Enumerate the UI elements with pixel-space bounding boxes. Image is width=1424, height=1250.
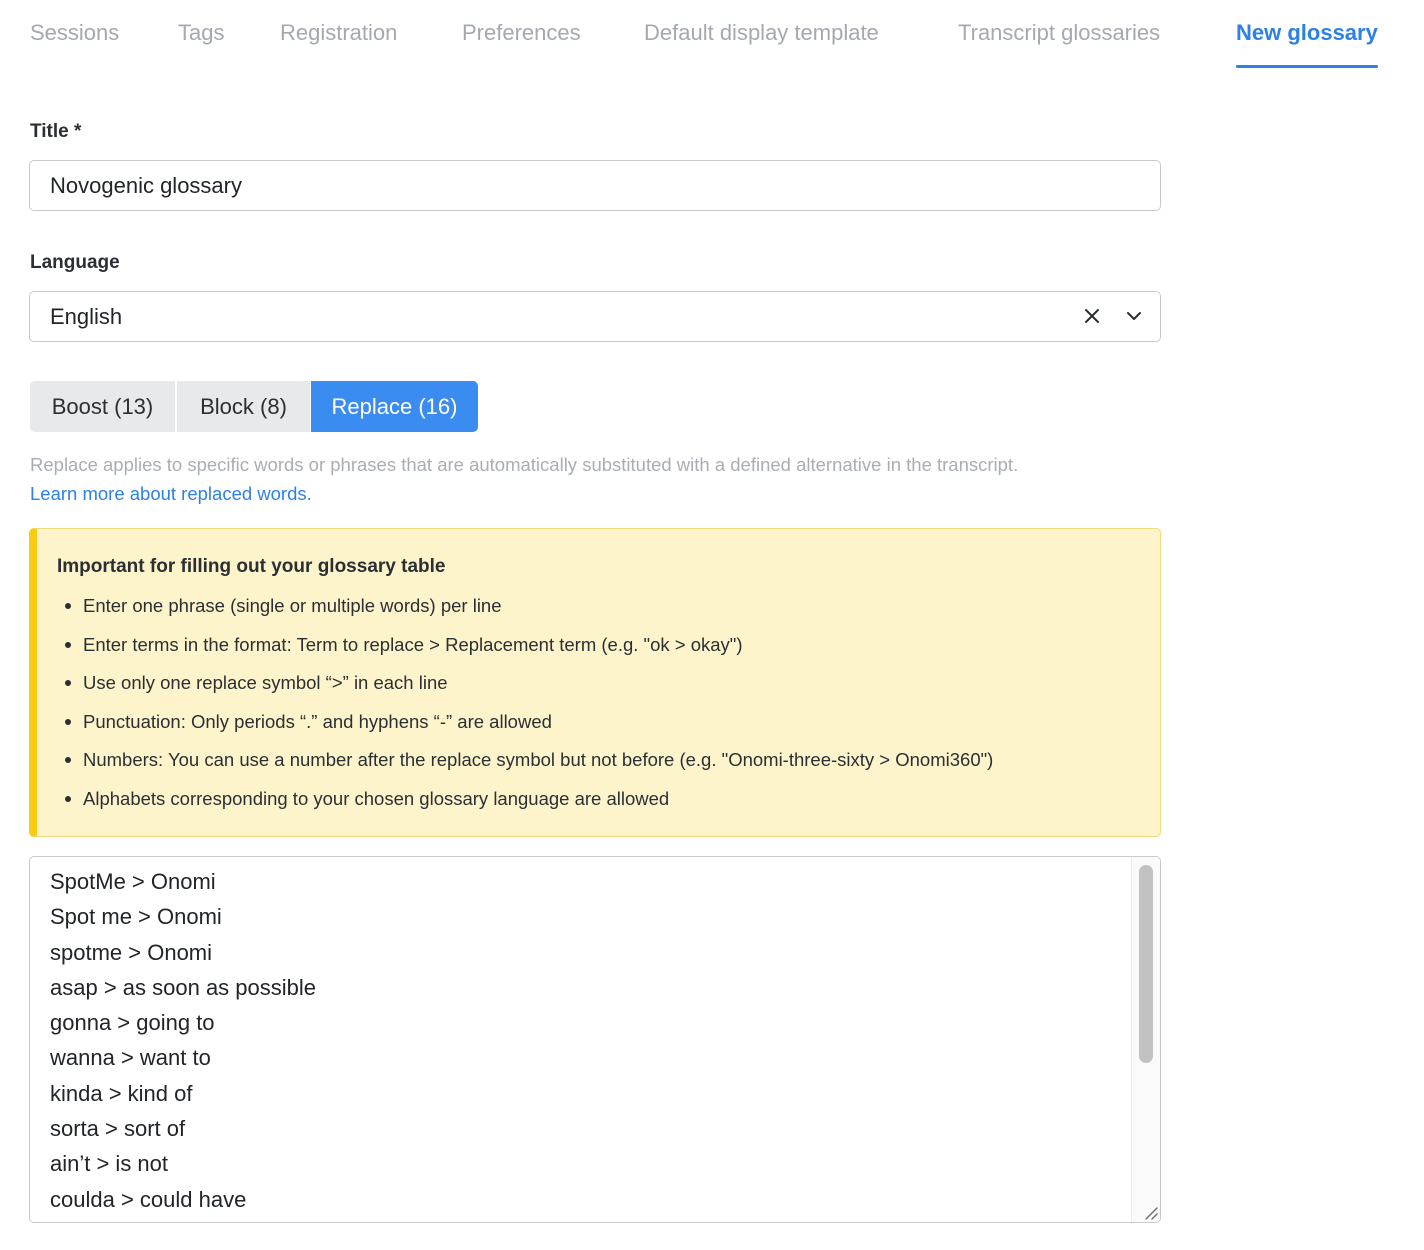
tab-registration[interactable]: Registration bbox=[280, 20, 397, 68]
notice-item: Enter terms in the format: Term to repla… bbox=[63, 632, 993, 671]
glossary-rules-notice: Important for filling out your glossary … bbox=[29, 528, 1161, 837]
settings-tabs: Sessions Tags Registration Preferences D… bbox=[0, 0, 1424, 68]
language-selected-value: English bbox=[50, 304, 123, 329]
glossary-line: asap > as soon as possible bbox=[50, 974, 317, 1000]
glossary-line: sorta > sort of bbox=[50, 1116, 186, 1142]
notice-item: Use only one replace symbol “>” in each … bbox=[63, 670, 993, 709]
learn-more-link[interactable]: Learn more about replaced words. bbox=[30, 483, 312, 505]
resize-handle-icon[interactable] bbox=[1142, 1204, 1158, 1220]
tab-default-display-template[interactable]: Default display template bbox=[644, 20, 879, 68]
clear-icon[interactable] bbox=[1080, 304, 1104, 328]
glossary-line: wanna > want to bbox=[50, 1045, 211, 1071]
tab-tags[interactable]: Tags bbox=[178, 20, 224, 68]
title-field-box bbox=[29, 160, 1161, 211]
title-label: Title * bbox=[30, 121, 82, 142]
glossary-line: gonna > going to bbox=[50, 1010, 215, 1036]
title-input[interactable] bbox=[30, 161, 1160, 210]
notice-item: Enter one phrase (single or multiple wor… bbox=[63, 593, 993, 632]
glossary-line: spotme > Onomi bbox=[50, 939, 213, 965]
glossary-textarea[interactable]: SpotMe > Onomi Spot me > Onomi spotme > … bbox=[29, 856, 1161, 1223]
notice-title: Important for filling out your glossary … bbox=[57, 556, 446, 577]
textarea-scrollbar[interactable] bbox=[1131, 857, 1160, 1222]
tab-sessions[interactable]: Sessions bbox=[30, 20, 119, 68]
notice-item: Alphabets corresponding to your chosen g… bbox=[63, 786, 993, 825]
tab-new-glossary[interactable]: New glossary bbox=[1236, 20, 1378, 68]
glossary-line: kinda > kind of bbox=[50, 1080, 193, 1106]
glossary-lines: SpotMe > Onomi Spot me > Onomi spotme > … bbox=[50, 867, 316, 1220]
notice-item: Numbers: You can use a number after the … bbox=[63, 747, 993, 786]
language-select[interactable]: English bbox=[29, 291, 1161, 342]
chevron-down-icon[interactable] bbox=[1122, 304, 1146, 328]
block-button[interactable]: Block (8) bbox=[177, 381, 310, 432]
glossary-line: SpotMe > Onomi bbox=[50, 869, 216, 894]
tab-transcript-glossaries[interactable]: Transcript glossaries bbox=[958, 20, 1160, 68]
replace-button[interactable]: Replace (16) bbox=[311, 381, 478, 432]
notice-item: Punctuation: Only periods “.” and hyphen… bbox=[63, 709, 993, 748]
glossary-line: Spot me > Onomi bbox=[50, 904, 222, 930]
boost-button[interactable]: Boost (13) bbox=[30, 381, 175, 432]
glossary-line: ain’t > is not bbox=[50, 1151, 169, 1177]
scrollbar-thumb[interactable] bbox=[1139, 865, 1153, 1063]
glossary-line: coulda > could have bbox=[50, 1186, 247, 1212]
tab-preferences[interactable]: Preferences bbox=[462, 20, 581, 68]
language-label: Language bbox=[30, 252, 120, 273]
notice-list: Enter one phrase (single or multiple wor… bbox=[63, 593, 993, 825]
replace-description: Replace applies to specific words or phr… bbox=[30, 454, 1019, 475]
